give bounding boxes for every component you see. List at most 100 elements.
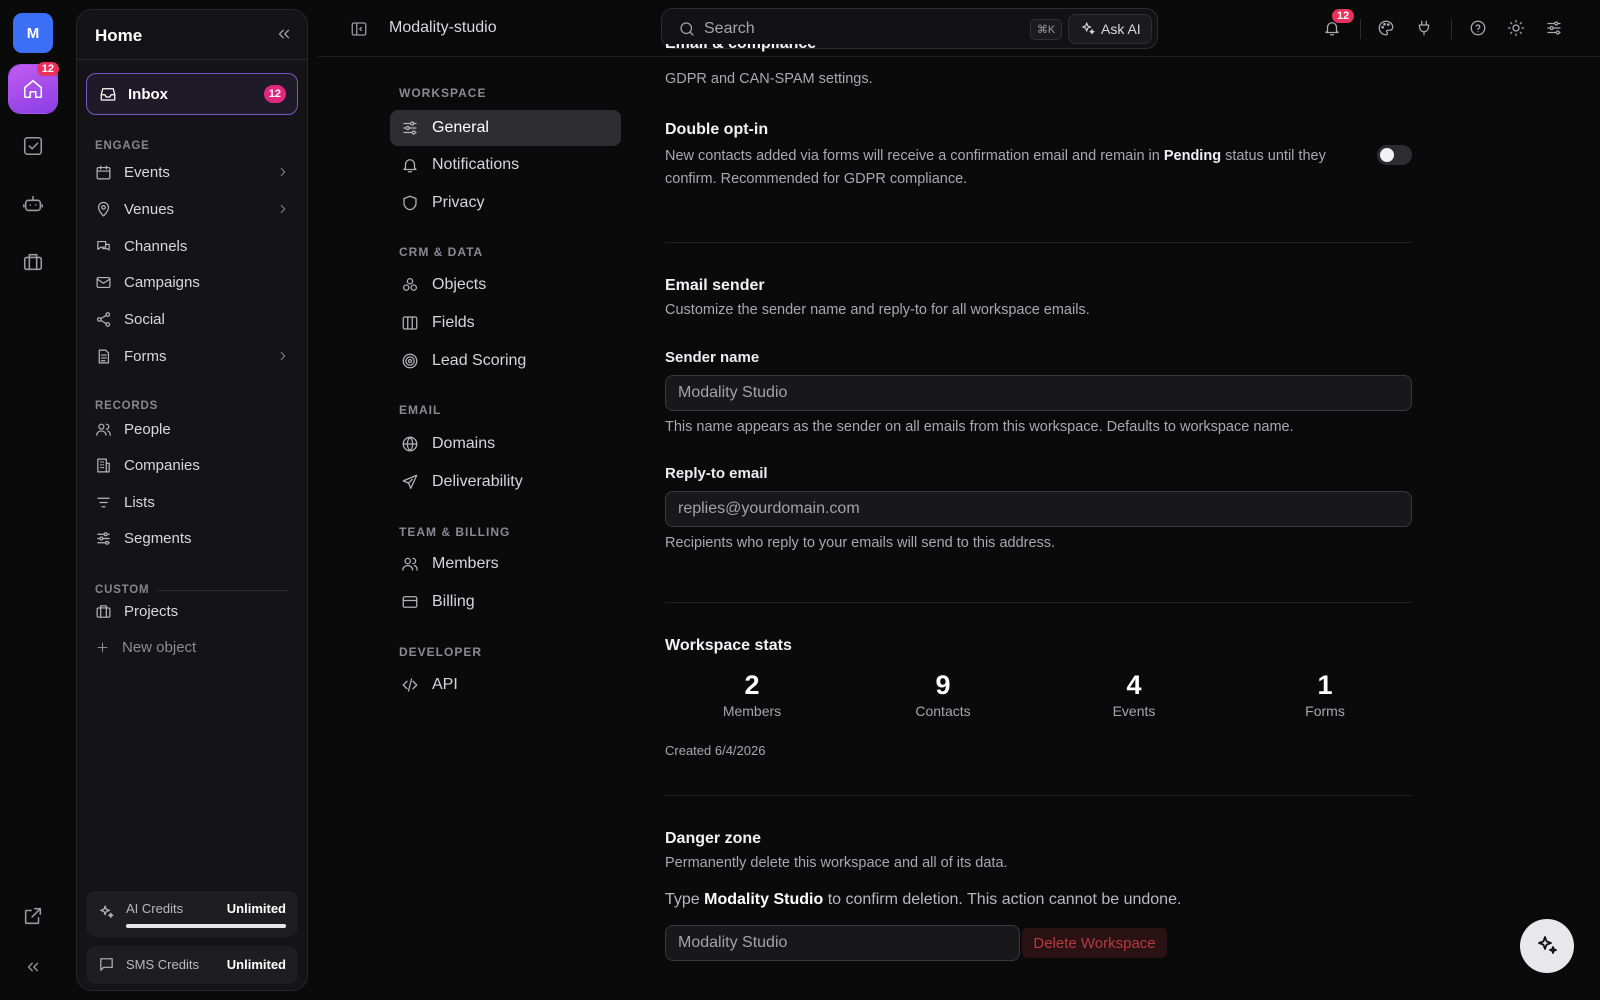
sms-credits-label: SMS Credits xyxy=(126,957,199,972)
section-records: RECORDS xyxy=(95,400,159,412)
settings-item-general[interactable]: General xyxy=(390,110,621,146)
reply-to-input[interactable] xyxy=(666,492,1411,526)
settings-item-fields[interactable]: Fields xyxy=(390,305,621,341)
sidebar-item-social[interactable]: Social xyxy=(86,302,298,336)
compliance-description: GDPR and CAN-SPAM settings. xyxy=(665,71,873,87)
settings-item-label: General xyxy=(432,119,489,136)
stat-contacts: 9 Contacts xyxy=(868,670,1018,719)
rail-agents-button[interactable] xyxy=(9,180,57,228)
palette-icon[interactable] xyxy=(1377,19,1395,37)
stat-events: 4 Events xyxy=(1059,670,1209,719)
sidebar-item-inbox[interactable]: Inbox 12 xyxy=(86,73,298,115)
rail-collapse-button[interactable] xyxy=(9,943,57,991)
cubes-icon xyxy=(401,276,419,294)
notification-badge: 12 xyxy=(1332,9,1355,23)
sidebar-item-segments[interactable]: Segments xyxy=(86,521,298,555)
sidebar-item-label: Lists xyxy=(124,493,155,511)
danger-zone-title: Danger zone xyxy=(665,830,762,847)
sidebar-item-venues[interactable]: Venues xyxy=(86,192,298,226)
delete-confirm-input[interactable] xyxy=(666,926,1019,960)
sms-credits-value: Unlimited xyxy=(226,957,286,972)
ai-credits-card: AI Credits Unlimited xyxy=(86,891,298,937)
settings-item-privacy[interactable]: Privacy xyxy=(390,185,621,221)
search-input[interactable] xyxy=(704,17,1004,41)
section-divider xyxy=(157,590,289,591)
sidebar-item-label: Venues xyxy=(124,200,175,218)
ai-credits-bar xyxy=(126,924,286,928)
sidebar-item-people[interactable]: People xyxy=(86,412,298,446)
credit-card-icon xyxy=(401,593,419,611)
globe-icon xyxy=(401,435,419,453)
settings-item-members[interactable]: Members xyxy=(390,546,621,582)
sliders-icon xyxy=(401,119,419,137)
toggle-knob xyxy=(1380,148,1394,162)
sender-name-field[interactable] xyxy=(665,375,1412,411)
sparkle-icon xyxy=(1535,934,1559,958)
sidebar-item-lists[interactable]: Lists xyxy=(86,485,298,519)
help-icon[interactable] xyxy=(1469,19,1487,37)
sidebar-panel: Home Inbox 12 ENGAGE Events Venues Chann… xyxy=(76,9,308,991)
settings-section-title: CRM & DATA xyxy=(399,245,484,259)
settings-item-billing[interactable]: Billing xyxy=(390,584,621,620)
stat-value: 9 xyxy=(935,670,951,700)
toggle-sidebar-icon[interactable] xyxy=(350,20,368,38)
settings-item-notifications[interactable]: Notifications xyxy=(390,147,621,183)
new-object-button[interactable]: New object xyxy=(86,630,298,664)
sparkle-icon xyxy=(98,904,115,921)
sidebar-item-channels[interactable]: Channels xyxy=(86,229,298,263)
mail-icon xyxy=(95,274,112,291)
double-optin-toggle[interactable] xyxy=(1377,145,1412,165)
email-sender-title: Email sender xyxy=(665,277,765,294)
ai-credits-label: AI Credits xyxy=(126,901,184,916)
sidebar-item-events[interactable]: Events xyxy=(86,155,298,189)
plug-icon[interactable] xyxy=(1415,19,1433,37)
compliance-title: Email & compliance xyxy=(665,44,1412,58)
chevron-right-icon xyxy=(276,349,290,363)
settings-item-objects[interactable]: Objects xyxy=(390,267,621,303)
rail-external-button[interactable] xyxy=(9,892,57,940)
double-chevron-left-icon xyxy=(24,958,42,976)
stat-label: Members xyxy=(722,703,782,719)
workspace-avatar[interactable]: M xyxy=(13,13,53,53)
share-icon xyxy=(95,311,112,328)
rail-projects-button[interactable] xyxy=(9,238,57,286)
columns-icon xyxy=(401,314,419,332)
created-date: Created 6/4/2026 xyxy=(665,743,766,758)
settings-item-label: Lead Scoring xyxy=(432,352,527,369)
shortcut-hint: ⌘K xyxy=(1030,19,1062,40)
ask-ai-button[interactable]: Ask AI xyxy=(1068,14,1152,44)
settings-item-lead-scoring[interactable]: Lead Scoring xyxy=(390,343,621,379)
sun-icon[interactable] xyxy=(1507,19,1525,37)
rail-home-button[interactable]: 12 xyxy=(9,62,59,113)
sender-name-input[interactable] xyxy=(666,376,1411,410)
reply-to-field[interactable] xyxy=(665,491,1412,527)
sidebar-item-label: Forms xyxy=(124,347,167,365)
delete-confirm-field[interactable] xyxy=(665,925,1020,961)
document-icon xyxy=(95,348,112,365)
settings-item-domains[interactable]: Domains xyxy=(390,426,621,462)
stat-value: 2 xyxy=(744,670,760,700)
building-icon xyxy=(95,457,112,474)
rail-tasks-button[interactable] xyxy=(9,122,57,170)
bell-icon xyxy=(401,156,419,174)
sender-name-help: This name appears as the sender on all e… xyxy=(665,419,1294,435)
settings-sliders-icon[interactable] xyxy=(1545,19,1563,37)
settings-item-deliverability[interactable]: Deliverability xyxy=(390,464,621,500)
double-optin-title: Double opt-in xyxy=(665,121,769,138)
reply-to-help: Recipients who reply to your emails will… xyxy=(665,535,1056,551)
sidebar-item-campaigns[interactable]: Campaigns xyxy=(86,265,298,299)
delete-workspace-button[interactable]: Delete Workspace xyxy=(1022,928,1167,958)
sidebar-item-forms[interactable]: Forms xyxy=(86,339,298,373)
settings-item-label: Billing xyxy=(432,593,475,610)
email-sender-description: Customize the sender name and reply-to f… xyxy=(665,302,1090,318)
home-icon xyxy=(22,78,44,100)
sidebar-item-label: Events xyxy=(124,163,170,181)
sidebar-item-label: Channels xyxy=(124,237,188,255)
settings-item-api[interactable]: API xyxy=(390,667,621,703)
search-bar[interactable]: ⌘K Ask AI xyxy=(661,8,1158,49)
sidebar-item-companies[interactable]: Companies xyxy=(86,448,298,482)
ai-assistant-button[interactable] xyxy=(1520,919,1574,973)
stat-value: 4 xyxy=(1126,670,1142,700)
collapse-sidebar-icon[interactable] xyxy=(275,25,293,43)
sidebar-item-projects[interactable]: Projects xyxy=(86,594,298,628)
